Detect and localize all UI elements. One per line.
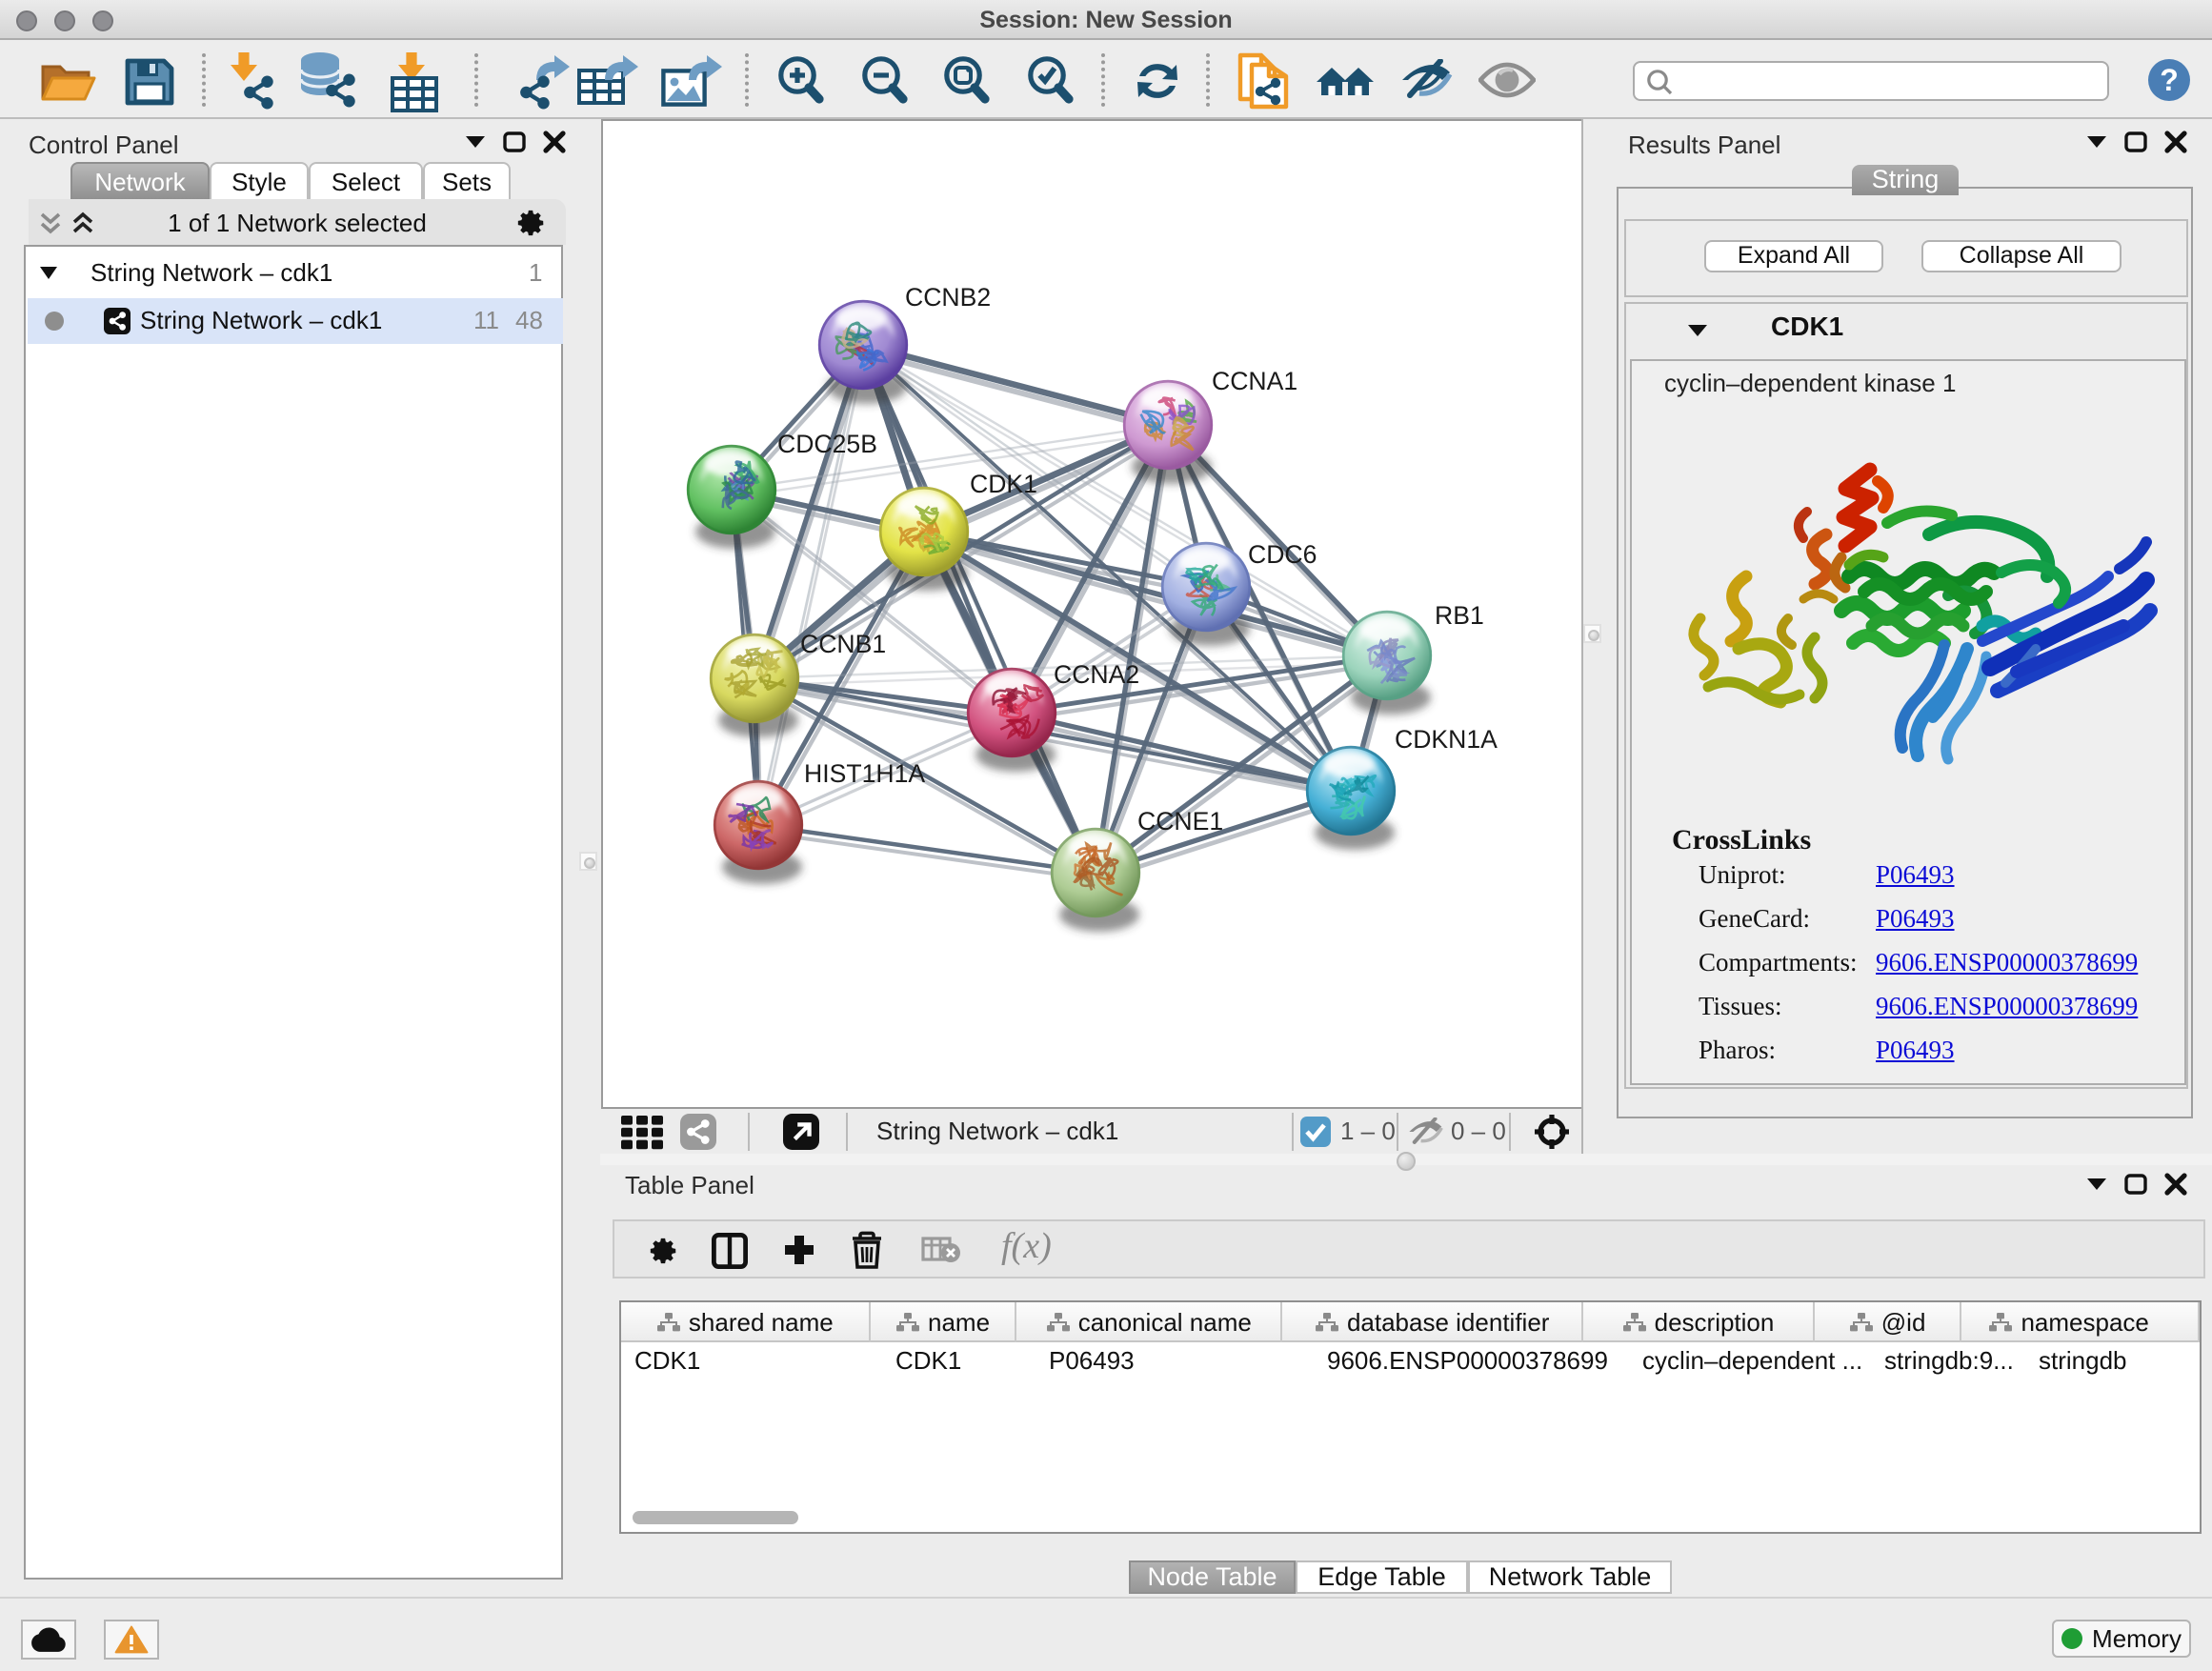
svg-text:HIST1H1A: HIST1H1A [804, 759, 925, 788]
svg-text:CDC25B: CDC25B [777, 430, 877, 458]
svg-text:CCNA2: CCNA2 [1054, 660, 1139, 689]
svg-text:CDK1: CDK1 [970, 470, 1037, 498]
svg-text:CDC6: CDC6 [1248, 540, 1317, 569]
svg-text:CCNE1: CCNE1 [1137, 807, 1223, 836]
svg-text:?: ? [2160, 63, 2179, 97]
svg-text:CCNB2: CCNB2 [905, 283, 991, 312]
svg-text:CCNB1: CCNB1 [800, 630, 886, 658]
svg-text:CDKN1A: CDKN1A [1395, 725, 1498, 754]
svg-text:CCNA1: CCNA1 [1212, 367, 1297, 395]
svg-text:RB1: RB1 [1435, 601, 1484, 630]
